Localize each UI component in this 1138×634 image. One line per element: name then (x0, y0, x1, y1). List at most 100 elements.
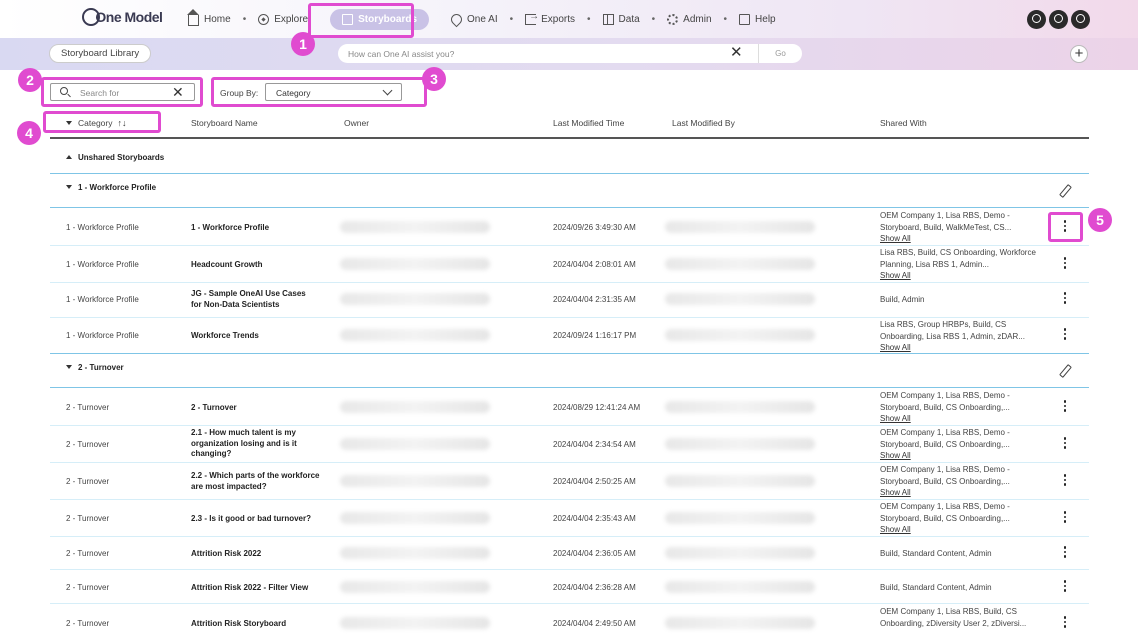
callout-badge-1: 1 (291, 32, 315, 56)
row-menu-icon[interactable] (1062, 328, 1068, 342)
modified-by-redacted (665, 617, 815, 629)
users-icon[interactable] (1027, 10, 1046, 29)
row-storyboard-name[interactable]: Attrition Risk 2022 (191, 549, 341, 560)
show-all-link[interactable]: Show All (880, 487, 1040, 499)
main-nav: Home • Explore Storyboards One AI • Expo… (187, 0, 776, 38)
row-shared-with: Build, Standard Content, Admin (880, 583, 992, 592)
modified-by-redacted (665, 512, 815, 524)
callout-highlight-4 (43, 111, 161, 133)
profile-icon[interactable] (1071, 10, 1090, 29)
group-unshared[interactable]: Unshared Storyboards (66, 153, 164, 162)
row-modified-time: 2024/09/24 1:16:17 PM (553, 331, 637, 340)
row-storyboard-name[interactable]: 1 - Workforce Profile (191, 223, 341, 234)
row-storyboard-name[interactable]: 2 - Turnover (191, 403, 341, 414)
row-category: 1 - Workforce Profile (66, 260, 139, 269)
edit-pencil-icon[interactable] (1059, 365, 1070, 376)
help-icon (739, 13, 751, 25)
row-storyboard-name[interactable]: Attrition Risk 2022 - Filter View (191, 583, 341, 594)
home-icon (187, 8, 199, 26)
row-storyboard-name[interactable]: Workforce Trends (191, 331, 341, 342)
column-header-owner[interactable]: Owner (344, 118, 369, 128)
owner-redacted (340, 617, 490, 629)
row-storyboard-name[interactable]: JG - Sample OneAI Use Cases for Non-Data… (191, 289, 316, 310)
row-menu-icon[interactable] (1062, 292, 1068, 306)
modified-by-redacted (665, 329, 815, 341)
owner-redacted (340, 512, 490, 524)
nav-help[interactable]: Help (739, 13, 776, 25)
modified-by-redacted (665, 401, 815, 413)
column-header-modified-by[interactable]: Last Modified By (672, 118, 735, 128)
owner-redacted (340, 293, 490, 305)
row-modified-time: 2024/04/04 2:35:43 AM (553, 514, 636, 523)
row-menu-icon[interactable] (1062, 616, 1068, 630)
app-logo[interactable]: One Model (82, 8, 163, 27)
column-header-shared-with[interactable]: Shared With (880, 118, 927, 128)
group-workforce-profile[interactable]: 1 - Workforce Profile (66, 183, 156, 192)
nav-exports[interactable]: Exports (525, 11, 575, 25)
show-all-link[interactable]: Show All (880, 524, 1040, 536)
group-turnover[interactable]: 2 - Turnover (66, 363, 124, 372)
top-navigation-bar: One Model Home • Explore Storyboards One… (0, 0, 1138, 38)
show-all-link[interactable]: Show All (880, 270, 1040, 282)
collapse-icon (66, 185, 72, 189)
row-shared-with: Lisa RBS, Build, CS Onboarding, Workforc… (880, 247, 1040, 282)
row-category: 1 - Workforce Profile (66, 331, 139, 340)
row-modified-time: 2024/04/04 2:36:28 AM (553, 583, 636, 592)
show-all-link[interactable]: Show All (880, 342, 1040, 354)
row-menu-icon[interactable] (1062, 580, 1068, 594)
one-ai-input[interactable]: How can One AI assist you? ✕ Go (338, 44, 802, 63)
row-menu-icon[interactable] (1062, 400, 1068, 414)
row-shared-with: OEM Company 1, Lisa RBS, Demo - Storyboa… (880, 427, 1040, 462)
user-actions (1027, 10, 1090, 29)
column-header-modified-time[interactable]: Last Modified Time (553, 118, 624, 128)
clear-ai-icon[interactable]: ✕ (730, 44, 743, 62)
row-storyboard-name[interactable]: 2.2 - Which parts of the workforce are m… (191, 471, 321, 492)
nav-explore[interactable]: Explore (258, 13, 308, 25)
callout-highlight-2 (41, 77, 203, 107)
row-storyboard-name[interactable]: Attrition Risk Storyboard (191, 619, 341, 630)
nav-home[interactable]: Home (187, 8, 231, 26)
show-all-link[interactable]: Show All (880, 450, 1040, 462)
row-modified-time: 2024/04/04 2:08:01 AM (553, 260, 636, 269)
owner-redacted (340, 401, 490, 413)
modified-by-redacted (665, 258, 815, 270)
show-all-link[interactable]: Show All (880, 413, 1040, 425)
nav-one-ai[interactable]: One AI (448, 11, 498, 27)
row-shared-with: OEM Company 1, Lisa RBS, Build, CS Onboa… (880, 607, 1027, 628)
modified-by-redacted (665, 475, 815, 487)
go-button[interactable]: Go (758, 44, 802, 63)
row-storyboard-name[interactable]: 2.3 - Is it good or bad turnover? (191, 514, 341, 525)
modified-by-redacted (665, 293, 815, 305)
row-storyboard-name[interactable]: Headcount Growth (191, 260, 341, 271)
notifications-icon[interactable] (1049, 10, 1068, 29)
row-modified-time: 2024/08/29 12:41:24 AM (553, 403, 641, 412)
callout-badge-4: 4 (17, 121, 41, 145)
row-menu-icon[interactable] (1062, 437, 1068, 451)
column-header-name[interactable]: Storyboard Name (191, 118, 258, 128)
nav-admin[interactable]: Admin (667, 13, 712, 25)
gear-icon (667, 13, 679, 25)
owner-redacted (340, 221, 490, 233)
row-storyboard-name[interactable]: 2.1 - How much talent is my organization… (191, 428, 309, 460)
modified-by-redacted (665, 547, 815, 559)
row-category: 1 - Workforce Profile (66, 223, 139, 232)
row-shared-with: Build, Standard Content, Admin (880, 549, 992, 558)
storyboard-library-button[interactable]: Storyboard Library (49, 44, 152, 63)
row-modified-time: 2024/04/04 2:50:25 AM (553, 477, 636, 486)
logo-text: One Model (95, 9, 163, 25)
row-shared-with: OEM Company 1, Lisa RBS, Demo - Storyboa… (880, 390, 1040, 425)
row-category: 2 - Turnover (66, 477, 110, 486)
row-menu-icon[interactable] (1062, 511, 1068, 525)
row-menu-icon[interactable] (1062, 474, 1068, 488)
edit-pencil-icon[interactable] (1059, 185, 1070, 196)
row-menu-icon[interactable] (1062, 546, 1068, 560)
owner-redacted (340, 547, 490, 559)
row-modified-time: 2024/04/04 2:31:35 AM (553, 295, 636, 304)
show-all-link[interactable]: Show All (880, 233, 1040, 245)
row-menu-icon[interactable] (1062, 257, 1068, 271)
row-shared-with: OEM Company 1, Lisa RBS, Demo - Storyboa… (880, 501, 1040, 536)
row-category: 2 - Turnover (66, 619, 110, 628)
nav-data[interactable]: Data (602, 13, 640, 25)
add-storyboard-button[interactable]: + (1070, 45, 1088, 63)
callout-badge-5: 5 (1088, 208, 1112, 232)
